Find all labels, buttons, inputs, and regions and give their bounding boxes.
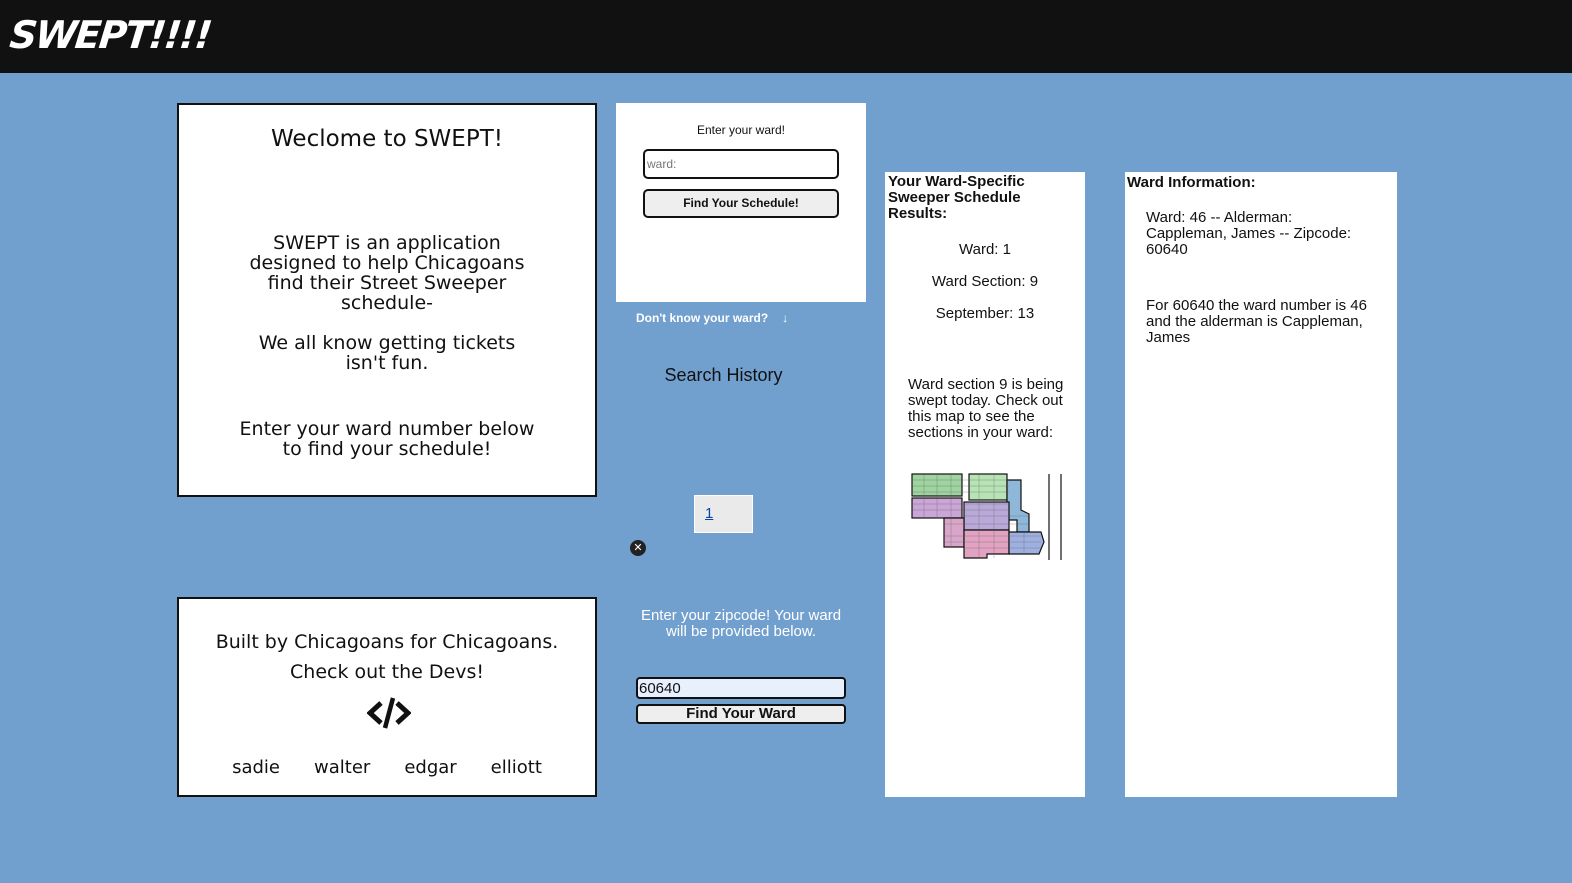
result-message: Ward section 9 is being swept today. Che… [908, 376, 1064, 441]
dev-link-sadie[interactable]: sadie [232, 757, 280, 778]
welcome-description: SWEPT is an application designed to help… [249, 232, 525, 314]
ward-input[interactable] [643, 149, 839, 179]
results-panel: Your Ward-Specific Sweeper Schedule Resu… [885, 172, 1085, 797]
ward-section-map [911, 473, 1062, 560]
find-ward-button[interactable]: Find Your Ward [636, 704, 846, 724]
app-header: SWEPT!!!! [0, 0, 1572, 73]
result-ward: Ward: 1 [959, 241, 1011, 258]
ward-info-detail: For 60640 the ward number is 46 and the … [1146, 297, 1367, 346]
history-link[interactable]: 1 [705, 505, 713, 522]
arrow-down-icon: ↓ [782, 311, 789, 325]
ward-form: Enter your ward! Find Your Schedule! [616, 103, 866, 302]
devs-panel: Built by Chicagoans for Chicagoans. Chec… [177, 597, 597, 797]
ward-info-summary: Ward: 46 -- Alderman: Cappleman, James -… [1146, 209, 1352, 258]
devs-cta: Check out the Devs! [290, 661, 484, 683]
search-history-title: Search History [664, 365, 783, 385]
welcome-panel: Weclome to SWEPT! SWEPT is an applicatio… [177, 103, 597, 497]
results-heading: Your Ward-Specific Sweeper Schedule Resu… [888, 173, 1025, 222]
code-icon [367, 697, 411, 729]
result-section: Ward Section: 9 [931, 273, 1039, 290]
app-logo[interactable]: SWEPT!!!! [7, 10, 213, 60]
find-schedule-button[interactable]: Find Your Schedule! [643, 189, 839, 218]
dev-link-elliott[interactable]: elliott [491, 757, 542, 778]
dev-names: sadie walter edgar elliott [179, 757, 595, 778]
dev-link-walter[interactable]: walter [314, 757, 370, 778]
welcome-title: Weclome to SWEPT! [271, 126, 503, 152]
zipcode-input[interactable] [636, 677, 846, 699]
welcome-instructions: Enter your ward number below to find you… [239, 418, 535, 460]
close-circle-icon[interactable]: ✕ [630, 540, 646, 556]
zipcode-prompt: Enter your zipcode! Your ward will be pr… [640, 607, 842, 640]
welcome-tickets-text: We all know getting tickets isn't fun. [258, 332, 516, 374]
dev-link-edgar[interactable]: edgar [404, 757, 456, 778]
result-date: September: 13 [935, 305, 1035, 322]
history-item[interactable]: 1 [694, 495, 753, 533]
dont-know-ward-label: Don't know your ward? [636, 311, 769, 325]
dont-know-ward-toggle[interactable]: Don't know your ward? ↓ [636, 311, 788, 325]
ward-info-heading: Ward Information: [1127, 174, 1256, 191]
ward-prompt: Enter your ward! [696, 123, 786, 137]
ward-info-panel: Ward Information: Ward: 46 -- Alderman: … [1125, 172, 1397, 797]
devs-tagline: Built by Chicagoans for Chicagoans. [215, 631, 559, 653]
